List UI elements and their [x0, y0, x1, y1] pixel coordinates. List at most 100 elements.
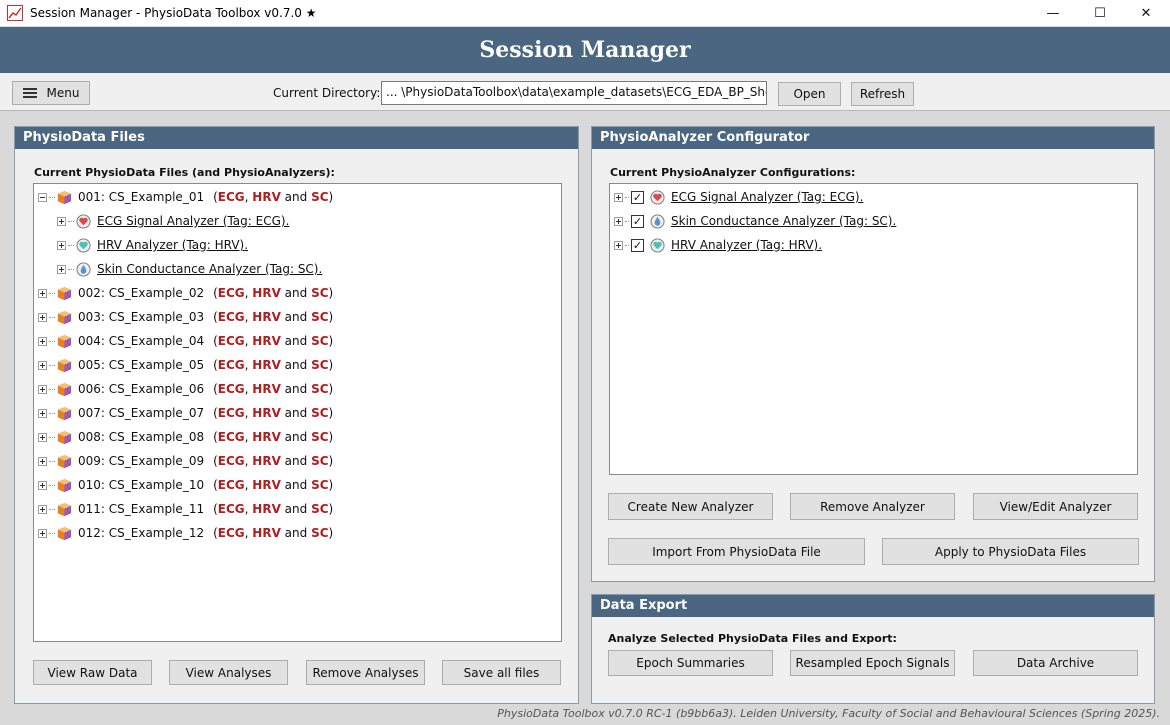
menu-button[interactable]: Menu — [12, 81, 90, 105]
file-row[interactable]: 011: CS_Example_11(ECG, HRV and SC) — [38, 499, 333, 519]
file-row[interactable]: 006: CS_Example_06(ECG, HRV and SC) — [38, 379, 333, 399]
tag-ecg: ECG — [217, 334, 245, 348]
config-checkbox[interactable]: ✓ — [631, 238, 644, 252]
tag-ecg: ECG — [217, 406, 245, 420]
files-tree[interactable]: 001: CS_Example_01 ( ECG , HRV and SC ) … — [33, 183, 562, 642]
tag-sep: and — [280, 478, 312, 492]
expand-toggle-icon[interactable] — [614, 216, 623, 226]
tag-sc: SC — [311, 406, 329, 420]
tag-sep: and — [280, 526, 312, 540]
expand-toggle-icon[interactable] — [38, 312, 47, 322]
tag-sc: SC — [311, 310, 329, 324]
tag-sc: SC — [311, 334, 329, 348]
remove-analyzer-button[interactable]: Remove Analyzer — [790, 493, 955, 520]
file-row[interactable]: 008: CS_Example_08(ECG, HRV and SC) — [38, 427, 333, 447]
tag-hrv: HRV — [252, 430, 281, 444]
expand-toggle-icon[interactable] — [38, 408, 47, 418]
expand-toggle-icon[interactable] — [38, 456, 47, 466]
tag-ecg: ECG — [217, 430, 245, 444]
tags-close: ) — [328, 502, 334, 516]
config-link[interactable]: Skin Conductance Analyzer (Tag: SC). — [671, 214, 896, 228]
expand-toggle-icon[interactable] — [57, 216, 66, 226]
file-row[interactable]: 009: CS_Example_09(ECG, HRV and SC) — [38, 451, 333, 471]
tag-sep: and — [280, 406, 312, 420]
window-title: Session Manager - PhysioData Toolbox v0.… — [30, 6, 317, 20]
expand-toggle-icon[interactable] — [38, 432, 47, 442]
refresh-button[interactable]: Refresh — [851, 82, 914, 106]
view-analyses-button[interactable]: View Analyses — [169, 660, 288, 685]
resampled-epoch-signals-button[interactable]: Resampled Epoch Signals — [790, 650, 955, 676]
expand-toggle-icon[interactable] — [38, 504, 47, 514]
analyzer-link[interactable]: Skin Conductance Analyzer (Tag: SC). — [97, 262, 322, 276]
file-row[interactable]: 007: CS_Example_07(ECG, HRV and SC) — [38, 403, 333, 423]
tag-hrv: HRV — [252, 406, 281, 420]
tag-sep: , — [244, 430, 253, 444]
file-row[interactable]: 002: CS_Example_02(ECG, HRV and SC) — [38, 283, 333, 303]
tag-sep: , — [244, 406, 253, 420]
file-name: 008: CS_Example_08 — [78, 430, 205, 444]
file-row[interactable]: 003: CS_Example_03(ECG, HRV and SC) — [38, 307, 333, 327]
tags-close: ) — [328, 190, 334, 204]
data-archive-button[interactable]: Data Archive — [973, 650, 1138, 676]
tag-sep: , — [244, 358, 253, 372]
expand-toggle-icon[interactable] — [57, 240, 66, 250]
file-row[interactable]: 004: CS_Example_04(ECG, HRV and SC) — [38, 331, 333, 351]
tag-ecg: ECG — [217, 502, 245, 516]
config-row-ecg[interactable]: ✓ ECG Signal Analyzer (Tag: ECG). — [614, 187, 863, 207]
expand-toggle-icon[interactable] — [38, 288, 47, 298]
file-row[interactable]: 012: CS_Example_12(ECG, HRV and SC) — [38, 523, 333, 543]
expand-toggle-icon[interactable] — [38, 480, 47, 490]
analyzer-link[interactable]: ECG Signal Analyzer (Tag: ECG). — [97, 214, 289, 228]
create-new-analyzer-button[interactable]: Create New Analyzer — [608, 493, 773, 520]
remove-analyses-button[interactable]: Remove Analyses — [306, 660, 425, 685]
tag-sc: SC — [311, 382, 329, 396]
expand-toggle-icon[interactable] — [614, 192, 623, 202]
tags-close: ) — [328, 478, 334, 492]
file-name: 012: CS_Example_12 — [78, 526, 205, 540]
open-button[interactable]: Open — [778, 82, 841, 106]
analyzer-row-hrv[interactable]: HRV Analyzer (Tag: HRV). — [57, 235, 248, 255]
analyzer-row-sc[interactable]: Skin Conductance Analyzer (Tag: SC). — [57, 259, 322, 279]
config-checkbox[interactable]: ✓ — [631, 214, 644, 228]
expand-toggle-icon[interactable] — [38, 336, 47, 346]
config-link[interactable]: ECG Signal Analyzer (Tag: ECG). — [671, 190, 863, 204]
expand-toggle-icon[interactable] — [38, 528, 47, 538]
expand-toggle-icon[interactable] — [57, 264, 66, 274]
config-row-hrv[interactable]: ✓ HRV Analyzer (Tag: HRV). — [614, 235, 822, 255]
analyzer-link[interactable]: HRV Analyzer (Tag: HRV). — [97, 238, 248, 252]
file-box-icon — [57, 430, 72, 444]
maximize-button[interactable]: ☐ — [1077, 0, 1123, 26]
view-raw-data-button[interactable]: View Raw Data — [33, 660, 152, 685]
expand-toggle-icon[interactable] — [614, 240, 623, 250]
file-name: 002: CS_Example_02 — [78, 286, 205, 300]
tag-sep: , — [244, 382, 253, 396]
current-directory-field[interactable]: ... \PhysioDataToolbox\data\example_data… — [381, 81, 767, 105]
file-name: 003: CS_Example_03 — [78, 310, 205, 324]
file-row-001[interactable]: 001: CS_Example_01 ( ECG , HRV and SC ) — [38, 187, 333, 207]
tag-ecg: ECG — [217, 286, 245, 300]
hrv-heart-icon — [650, 237, 665, 253]
hrv-heart-icon — [76, 237, 91, 253]
apply-to-physiodata-button[interactable]: Apply to PhysioData Files — [882, 538, 1139, 565]
data-export-panel: Data Export Analyze Selected PhysioData … — [591, 594, 1155, 704]
analyzer-row-ecg[interactable]: ECG Signal Analyzer (Tag: ECG). — [57, 211, 289, 231]
minimize-button[interactable]: — — [1030, 0, 1076, 26]
save-all-files-button[interactable]: Save all files — [442, 660, 561, 685]
file-row[interactable]: 010: CS_Example_10(ECG, HRV and SC) — [38, 475, 333, 495]
configurations-tree[interactable]: ✓ ECG Signal Analyzer (Tag: ECG). ✓ Skin… — [609, 183, 1138, 475]
epoch-summaries-button[interactable]: Epoch Summaries — [608, 650, 773, 676]
close-button[interactable]: ✕ — [1123, 0, 1169, 26]
expand-toggle-icon[interactable] — [38, 360, 47, 370]
config-link[interactable]: HRV Analyzer (Tag: HRV). — [671, 238, 822, 252]
view-edit-analyzer-button[interactable]: View/Edit Analyzer — [973, 493, 1138, 520]
tags-close: ) — [328, 526, 334, 540]
expand-toggle-icon[interactable] — [38, 384, 47, 394]
import-from-physiodata-button[interactable]: Import From PhysioData File — [608, 538, 865, 565]
collapse-toggle-icon[interactable] — [38, 192, 47, 202]
config-checkbox[interactable]: ✓ — [631, 190, 644, 204]
config-row-sc[interactable]: ✓ Skin Conductance Analyzer (Tag: SC). — [614, 211, 896, 231]
tag-ecg: ECG — [217, 526, 245, 540]
configurator-panel: PhysioAnalyzer Configurator Current Phys… — [591, 126, 1155, 582]
tag-sep: , — [244, 310, 253, 324]
file-row[interactable]: 005: CS_Example_05(ECG, HRV and SC) — [38, 355, 333, 375]
